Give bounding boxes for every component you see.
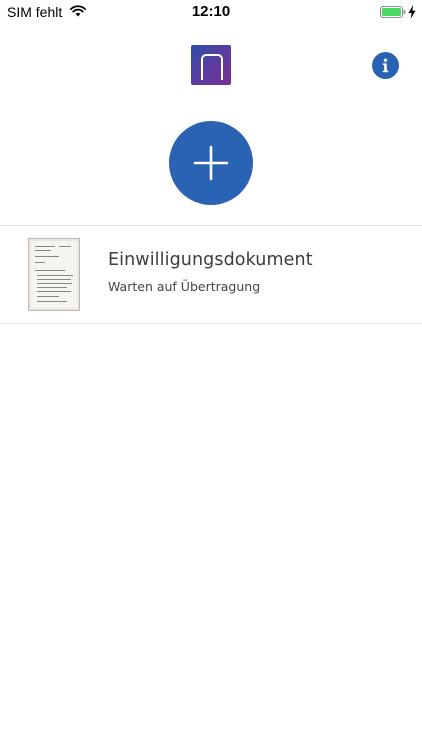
document-list-item[interactable]: Einwilligungsdokument Warten auf Übertra… [0,226,422,323]
document-thumbnail [28,238,80,311]
info-button[interactable] [372,52,399,79]
battery-icon [380,6,406,18]
charging-bolt-icon [408,5,416,19]
plus-icon [193,145,229,181]
list-divider-bottom [0,323,422,324]
app-logo-icon [191,45,231,85]
document-title: Einwilligungsdokument [108,250,313,270]
clock: 12:10 [191,3,231,20]
add-document-button[interactable] [169,121,253,205]
info-icon [382,58,389,73]
document-status: Warten auf Übertragung [108,279,261,294]
status-bar: SIM fehlt 12:10 [0,0,422,24]
